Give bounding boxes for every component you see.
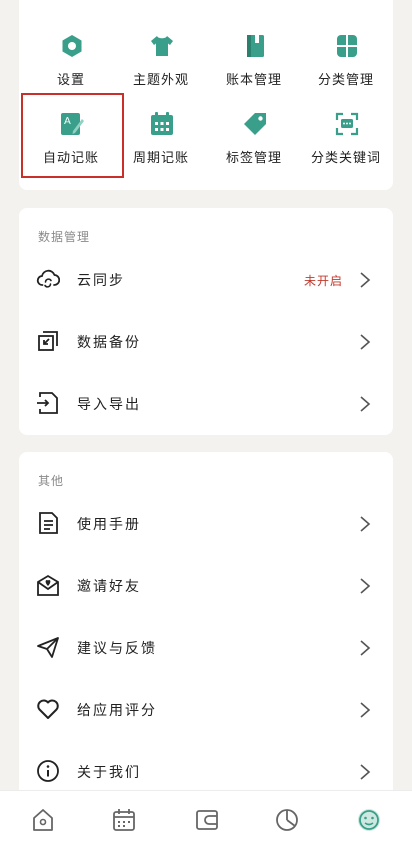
calendar-tab-icon[interactable] <box>111 807 137 833</box>
row-feedback[interactable]: 建议与反馈 <box>19 618 393 678</box>
chevron-right-icon <box>360 272 371 288</box>
row-invite-friends[interactable]: 邀请好友 <box>19 556 393 616</box>
row-label: 建议与反馈 <box>77 641 157 657</box>
section-title: 数据管理 <box>38 230 91 244</box>
info-icon <box>37 760 59 782</box>
grid-item-theme[interactable]: 主题外观 <box>116 33 206 105</box>
grid-item-label: 主题外观 <box>132 73 189 88</box>
row-label: 关于我们 <box>77 765 141 781</box>
row-label: 使用手册 <box>77 517 141 533</box>
bottom-tab-bar <box>0 790 412 847</box>
sync-status-badge: 未开启 <box>303 274 343 288</box>
grid-item-label: 账本管理 <box>225 73 282 88</box>
row-about-us[interactable]: 关于我们 <box>19 742 393 792</box>
backup-icon <box>38 331 58 351</box>
row-user-manual[interactable]: 使用手册 <box>19 494 393 554</box>
manual-icon <box>39 512 58 534</box>
data-management-card: 数据管理 云同步 未开启 数据备份 导入导出 <box>19 208 393 435</box>
grid-item-label: 周期记账 <box>132 151 189 166</box>
shirt-icon <box>151 36 173 56</box>
gear-icon <box>62 35 82 57</box>
book-icon <box>247 35 264 57</box>
profile-face-icon[interactable] <box>356 807 382 833</box>
row-import-export[interactable]: 导入导出 <box>19 374 393 434</box>
row-label: 给应用评分 <box>77 703 157 719</box>
row-label: 云同步 <box>77 273 125 289</box>
row-label: 导入导出 <box>77 397 141 413</box>
heart-icon <box>37 699 59 719</box>
chevron-right-icon <box>360 578 371 594</box>
clover-icon <box>337 35 357 57</box>
grid-item-label: 分类管理 <box>317 73 374 88</box>
wallet-icon[interactable] <box>194 807 220 833</box>
chevron-right-icon <box>360 640 371 656</box>
row-label: 邀请好友 <box>77 579 141 595</box>
row-data-backup[interactable]: 数据备份 <box>19 312 393 372</box>
grid-item-label: 分类关键词 <box>310 151 381 166</box>
grid-item-ledger[interactable]: 账本管理 <box>209 33 299 105</box>
chevron-right-icon <box>360 764 371 780</box>
row-cloud-sync[interactable]: 云同步 未开启 <box>19 250 393 310</box>
calendar-icon <box>151 112 173 135</box>
send-feedback-icon <box>37 637 59 658</box>
chevron-right-icon <box>360 396 371 412</box>
chevron-right-icon <box>360 516 371 532</box>
grid-item-category[interactable]: 分类管理 <box>301 33 391 105</box>
row-label: 数据备份 <box>77 335 141 351</box>
section-title: 其他 <box>38 474 65 488</box>
pie-chart-icon[interactable] <box>274 807 300 833</box>
import-export-icon <box>37 392 58 414</box>
grid-item-label: 标签管理 <box>225 151 282 166</box>
other-card: 其他 使用手册 邀请好友 建议与反馈 给应用评分 关于我们 <box>19 452 393 792</box>
grid-item-label: 设置 <box>56 73 85 88</box>
keyword-scan-icon <box>335 112 359 136</box>
grid-item-category-keywords[interactable]: 分类关键词 <box>301 111 391 183</box>
grid-item-periodic-record[interactable]: 周期记账 <box>116 111 206 183</box>
chevron-right-icon <box>360 334 371 350</box>
tag-icon <box>244 113 266 135</box>
cloud-sync-icon <box>36 269 60 288</box>
row-rate-app[interactable]: 给应用评分 <box>19 680 393 740</box>
highlight-box <box>21 93 124 178</box>
home-icon[interactable] <box>30 807 56 833</box>
chevron-right-icon <box>360 702 371 718</box>
invite-icon <box>37 574 59 596</box>
grid-item-tags[interactable]: 标签管理 <box>209 111 299 183</box>
